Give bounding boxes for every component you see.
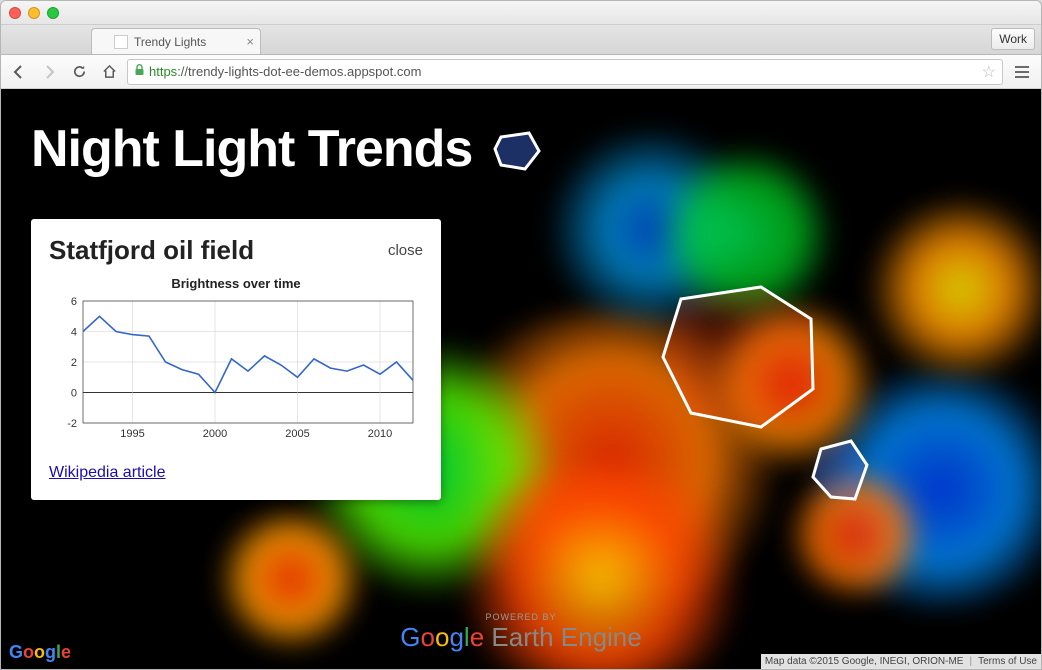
svg-text:2000: 2000 [203,428,227,440]
google-map-logo: Google [9,642,71,663]
svg-text:6: 6 [71,296,77,308]
profile-button[interactable]: Work [991,28,1035,50]
forward-button[interactable] [37,60,61,84]
region-outline-large[interactable] [663,287,813,427]
panel-title: Statfjord oil field [49,235,254,266]
map-attribution: Map data ©2015 Google, INEGI, ORION-ME |… [761,654,1041,669]
svg-text:-2: -2 [67,418,77,430]
wikipedia-link[interactable]: Wikipedia article [49,464,165,482]
powered-by-badge: POWERED BY Google Earth Engine [400,612,641,653]
hamburger-menu-button[interactable] [1009,59,1035,85]
hamburger-icon [1014,65,1030,79]
google-word: Google [400,622,491,652]
window-close-button[interactable] [9,7,21,19]
attribution-text: Map data ©2015 Google, INEGI, ORION-ME [765,656,964,667]
svg-text:2005: 2005 [285,428,309,440]
region-outline-small[interactable] [495,133,539,169]
tab-title: Trendy Lights [134,35,206,49]
region-outline-east[interactable] [813,441,867,499]
arrow-left-icon [11,64,27,80]
back-button[interactable] [7,60,31,84]
page-viewport[interactable]: Night Light Trends Statfjord oil field c… [1,89,1041,669]
powered-by-label: POWERED BY [400,612,641,622]
page-title: Night Light Trends [31,119,472,179]
chart-title: Brightness over time [49,276,423,291]
info-panel: Statfjord oil field close Brightness ove… [31,219,441,500]
line-chart-svg: -2 0 2 4 6 1995 2000 2005 2010 [49,295,423,445]
page-favicon-icon [114,35,128,49]
tab-close-icon[interactable]: × [246,34,254,49]
earth-engine-word: Earth Engine [491,622,641,652]
brightness-chart: Brightness over time -2 0 2 4 6 1995 2000 2005 2… [49,276,423,450]
tab-strip: Trendy Lights × Work [1,25,1041,55]
browser-tab[interactable]: Trendy Lights × [91,28,261,54]
svg-text:4: 4 [71,327,77,339]
url-rest: ://trendy-lights-dot-ee-demos.appspot.co… [177,64,421,79]
home-icon [102,64,117,79]
panel-close-button[interactable]: close [388,242,423,259]
reload-button[interactable] [67,60,91,84]
svg-text:2: 2 [71,357,77,369]
reload-icon [72,64,87,79]
window-titlebar [1,1,1041,25]
home-button[interactable] [97,60,121,84]
lock-icon [134,64,145,79]
window-minimize-button[interactable] [28,7,40,19]
url-scheme: https [149,64,177,79]
svg-text:2010: 2010 [368,428,392,440]
arrow-right-icon [41,64,57,80]
browser-toolbar: https://trendy-lights-dot-ee-demos.appsp… [1,55,1041,89]
window-zoom-button[interactable] [47,7,59,19]
bookmark-star-icon[interactable]: ☆ [982,62,996,82]
terms-link[interactable]: Terms of Use [978,656,1037,667]
svg-text:1995: 1995 [120,428,144,440]
svg-text:0: 0 [71,388,77,400]
address-bar[interactable]: https://trendy-lights-dot-ee-demos.appsp… [127,59,1003,85]
